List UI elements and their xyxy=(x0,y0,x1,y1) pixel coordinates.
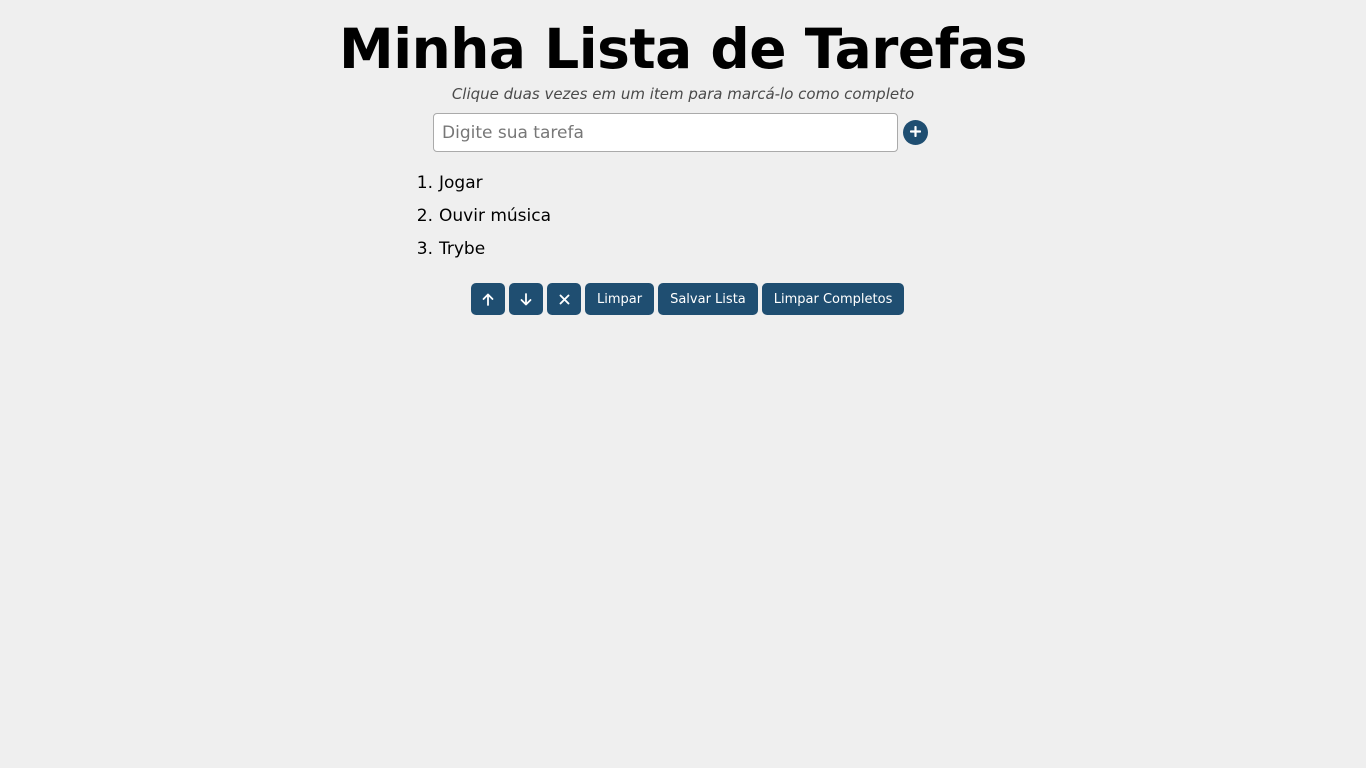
list-item-number: 3. xyxy=(416,239,433,259)
task-list: 1. Jogar 2. Ouvir música 3. Trybe xyxy=(417,167,552,266)
move-up-button[interactable] xyxy=(471,283,505,315)
arrow-down-icon xyxy=(520,292,532,306)
page: Minha Lista de Tarefas Clique duas vezes… xyxy=(0,0,1366,768)
page-title: Minha Lista de Tarefas xyxy=(339,17,1027,81)
list-item[interactable]: 2. Ouvir música xyxy=(417,200,552,233)
header: Minha Lista de Tarefas Clique duas vezes… xyxy=(0,0,1366,104)
remove-selected-button[interactable] xyxy=(547,283,581,315)
clear-completed-button[interactable]: Limpar Completos xyxy=(761,283,905,315)
close-icon xyxy=(559,294,570,305)
task-input-row xyxy=(433,113,928,152)
list-item-label: Trybe xyxy=(439,239,486,259)
move-down-button[interactable] xyxy=(509,283,543,315)
list-item[interactable]: 3. Trybe xyxy=(417,233,551,266)
list-item-number: 2. xyxy=(416,206,433,226)
clear-list-button[interactable]: Limpar xyxy=(585,283,655,315)
add-task-button[interactable] xyxy=(903,120,928,145)
list-item-label: Jogar xyxy=(439,173,483,193)
list-item[interactable]: 1. Jogar xyxy=(417,167,551,200)
list-item-number: 1. xyxy=(416,173,433,193)
controls-toolbar: Limpar Salvar Lista Limpar Completos xyxy=(471,283,905,315)
list-item-label: Ouvir música xyxy=(439,206,552,226)
arrow-up-icon xyxy=(482,293,494,306)
save-list-button[interactable]: Salvar Lista xyxy=(658,283,758,315)
task-input[interactable] xyxy=(433,113,898,152)
plus-icon xyxy=(909,125,922,140)
page-subtitle: Clique duas vezes em um item para marcá-… xyxy=(451,85,915,103)
